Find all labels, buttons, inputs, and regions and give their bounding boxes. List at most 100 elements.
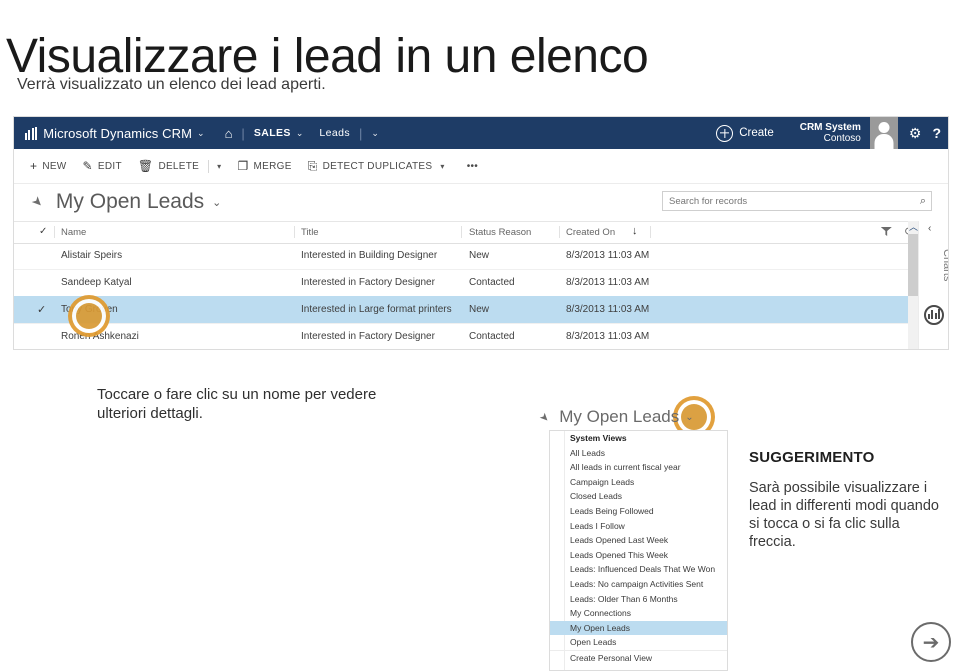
list-item[interactable]: All leads in current fiscal year — [550, 460, 727, 475]
command-overflow[interactable]: ••• — [467, 161, 478, 172]
view-selector-header[interactable]: ➤ My Open Leads ⌄ — [537, 404, 694, 430]
grid-col-title[interactable]: Title — [301, 227, 319, 238]
row-status-reason: Contacted — [469, 331, 515, 342]
tap-indicator-row — [76, 303, 102, 329]
row-name[interactable]: Sandeep Katyal — [61, 277, 132, 288]
grid-body: Alistair Speirs Interested in Building D… — [14, 242, 948, 349]
command-edit[interactable]: ✎ EDIT — [83, 159, 122, 173]
list-item[interactable]: All Leads — [550, 446, 727, 461]
command-merge[interactable]: ❐ MERGE — [237, 159, 291, 173]
row-checkbox[interactable]: ✓ — [37, 303, 46, 316]
grid-col-name[interactable]: Name — [61, 227, 86, 238]
trash-icon: 🗑 — [137, 159, 154, 173]
avatar[interactable] — [869, 117, 898, 149]
pin-icon[interactable]: ➤ — [537, 409, 553, 425]
nav-entity-leads[interactable]: Leads — [319, 127, 350, 139]
command-new[interactable]: + NEW — [30, 159, 67, 173]
pencil-icon: ✎ — [82, 159, 93, 173]
table-row-selected[interactable]: ✓ Tony Groven Interested in Large format… — [14, 296, 912, 324]
sales-chevron-down-icon[interactable]: ⌄ — [296, 128, 304, 139]
list-item[interactable]: Leads: Influenced Deals That We Won — [550, 562, 727, 577]
tip-body: Sarà possibile visualizzare i lead in di… — [749, 480, 939, 550]
row-created-on: 8/3/2013 11:03 AM — [566, 277, 650, 288]
home-icon[interactable]: ⌂ — [225, 126, 233, 141]
grid-col-divider — [54, 226, 55, 238]
charts-panel-rail[interactable]: ‹ Charts — [918, 221, 949, 349]
user-info[interactable]: CRM System Contoso — [800, 122, 861, 144]
list-item[interactable]: Leads Opened Last Week — [550, 533, 727, 548]
view-selector-title[interactable]: My Open Leads — [559, 407, 679, 427]
view-selector-chevron-down-icon[interactable]: ⌄ — [685, 412, 693, 423]
command-detect-duplicates[interactable]: ⎘ DETECT DUPLICATES ▾ — [308, 159, 445, 174]
tip-block: SUGGERIMENTO Sarà possibile visualizzare… — [749, 449, 949, 551]
collapse-chevron-left-icon[interactable]: ‹ — [928, 223, 931, 234]
row-name[interactable]: Alistair Speirs — [61, 250, 122, 261]
nav-divider: | — [241, 125, 245, 141]
avatar-body — [874, 134, 894, 149]
view-chevron-down-icon[interactable]: ⌄ — [212, 196, 221, 209]
leads-chevron-down-icon[interactable]: ⌄ — [371, 128, 379, 139]
list-item[interactable]: Leads: Older Than 6 Months — [550, 592, 727, 607]
table-row[interactable]: Sandeep Katyal Interested in Factory Des… — [14, 269, 912, 297]
gear-icon[interactable]: ⚙ — [909, 125, 922, 142]
row-created-on: 8/3/2013 11:03 AM — [566, 250, 650, 261]
filter-icon[interactable] — [880, 227, 892, 236]
duplicates-icon: ⎘ — [307, 158, 318, 173]
nav-divider-2: | — [358, 125, 363, 141]
nav-right-group: Create CRM System Contoso ⚙ ? — [716, 117, 948, 149]
list-item-selected[interactable]: My Open Leads — [550, 620, 727, 636]
view-selector-list: System Views All Leads All leads in curr… — [549, 430, 728, 671]
brand-chevron-down-icon[interactable]: ⌄ — [197, 128, 205, 139]
list-item[interactable]: Leads: No campaign Activities Sent — [550, 577, 727, 592]
row-title: Interested in Factory Designer — [301, 277, 435, 288]
create-label: Create — [739, 127, 774, 139]
list-item[interactable]: My Connections — [550, 606, 727, 621]
grid-header-row: ✓ Name Title Status Reason Created On ↓ … — [14, 221, 948, 244]
list-item-create-personal-view[interactable]: Create Personal View — [550, 649, 727, 666]
instruction-caption: Toccare o fare clic su un nome per veder… — [97, 386, 377, 422]
list-item[interactable]: Leads Opened This Week — [550, 548, 727, 563]
list-item[interactable]: Closed Leads — [550, 489, 727, 504]
grid-col-created-on[interactable]: Created On — [566, 227, 615, 238]
list-item[interactable]: Campaign Leads — [550, 475, 727, 490]
table-row[interactable]: Alistair Speirs Interested in Building D… — [14, 242, 912, 270]
search-icon[interactable]: ⌕ — [920, 195, 926, 208]
command-delete-label: DELETE — [158, 160, 200, 172]
ellipsis-icon: ••• — [466, 160, 479, 172]
grid-col-status-reason[interactable]: Status Reason — [469, 227, 531, 238]
search-box[interactable]: ⌕ — [662, 191, 932, 211]
list-item[interactable]: Leads Being Followed — [550, 504, 727, 519]
command-detect-duplicates-label: DETECT DUPLICATES — [322, 160, 433, 172]
command-delete[interactable]: 🗑 DELETE — [138, 159, 199, 173]
page-subtitle: Verrà visualizzato un elenco dei lead ap… — [17, 76, 326, 93]
table-row[interactable]: Ronen Ashkenazi Interested in Factory De… — [14, 323, 912, 349]
create-button[interactable]: Create — [716, 124, 774, 142]
view-selector-panel: ➤ My Open Leads ⌄ System Views All Leads… — [537, 404, 728, 671]
select-all-checkbox[interactable]: ✓ — [39, 226, 47, 237]
nav-area-sales[interactable]: SALES — [254, 127, 291, 139]
row-name[interactable]: Ronen Ashkenazi — [61, 331, 139, 342]
list-item[interactable]: Leads I Follow — [550, 519, 727, 534]
grid-col-divider-3 — [461, 226, 462, 238]
plus-circle-icon — [716, 124, 734, 142]
pin-icon[interactable]: ➤ — [28, 192, 47, 211]
dynamics-logo-icon — [25, 126, 38, 140]
row-status-reason: New — [469, 250, 490, 261]
bar-chart-icon[interactable] — [924, 305, 944, 325]
row-status-reason: New — [469, 304, 490, 315]
search-input[interactable] — [663, 194, 920, 208]
command-new-label: NEW — [42, 160, 67, 172]
row-title: Interested in Factory Designer — [301, 331, 435, 342]
charts-label: Charts — [941, 249, 949, 282]
crm-view-header: ➤ My Open Leads ⌄ ⌕ — [14, 183, 948, 221]
next-button[interactable]: ➔ — [911, 622, 951, 662]
row-created-on: 8/3/2013 11:03 AM — [566, 304, 650, 315]
sort-descending-icon[interactable]: ↓ — [632, 225, 638, 237]
list-item[interactable]: Open Leads — [550, 635, 727, 650]
row-title: Interested in Large format printers — [301, 304, 452, 315]
view-title[interactable]: My Open Leads — [56, 190, 204, 214]
help-icon[interactable]: ? — [932, 125, 941, 141]
crm-nav-bar: Microsoft Dynamics CRM ⌄ ⌂ | SALES ⌄ Lea… — [14, 117, 948, 149]
detect-duplicates-chevron-down-icon[interactable]: ▾ — [440, 162, 444, 171]
delete-chevron-down-icon[interactable]: ▾ — [217, 162, 221, 171]
